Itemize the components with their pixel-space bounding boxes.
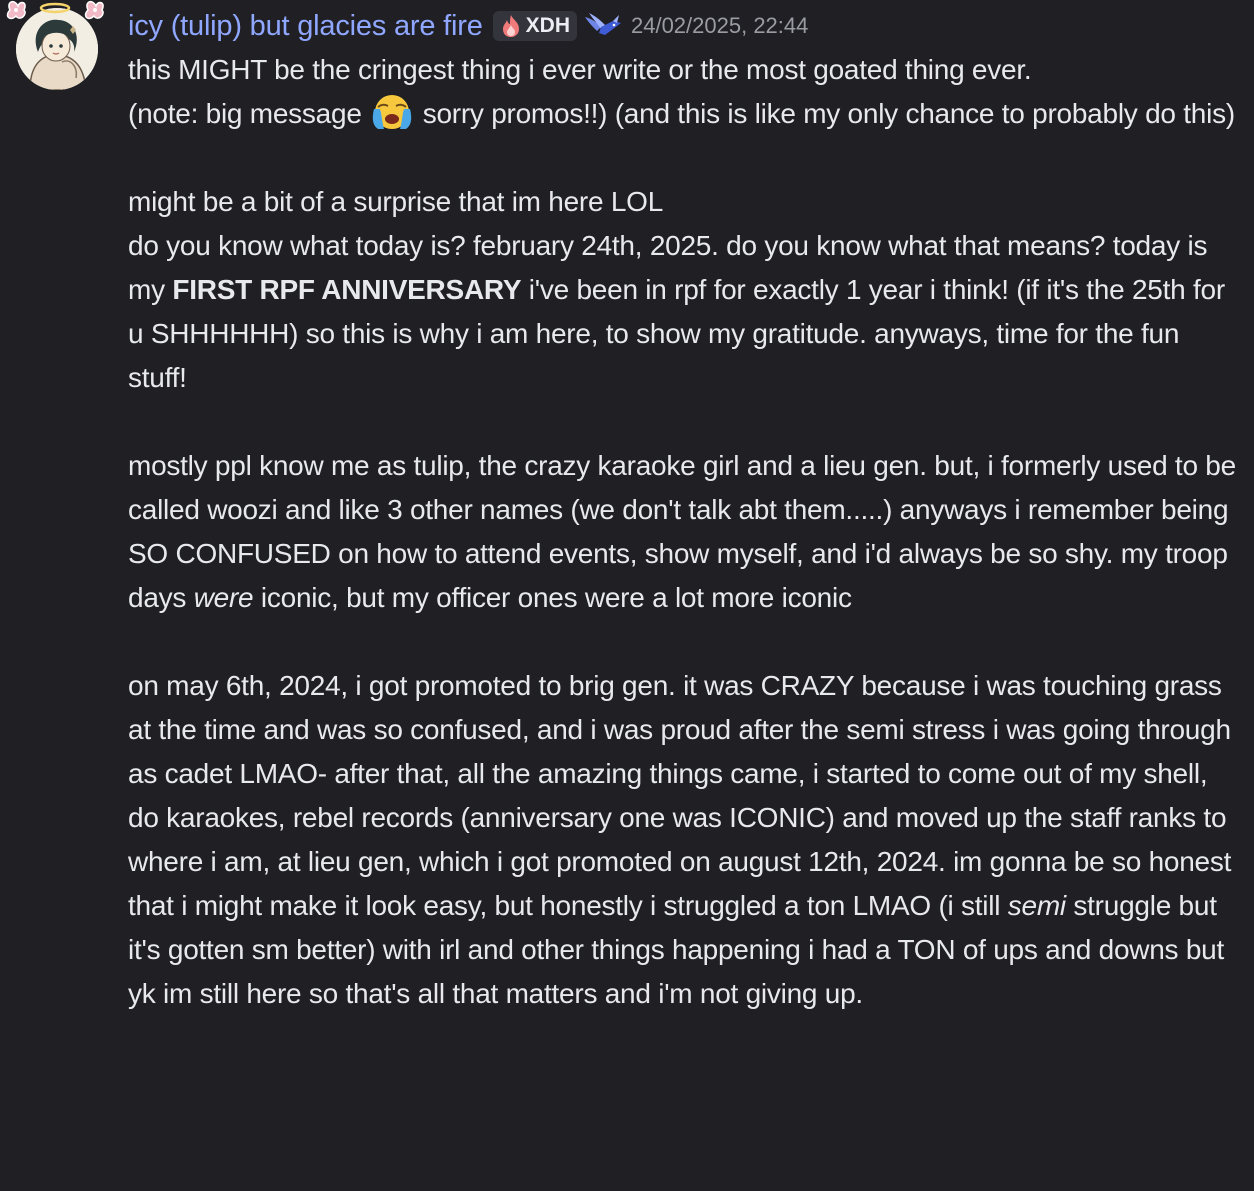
author-display-name[interactable]: icy (tulip) but glacies are fire [128, 10, 483, 43]
message-paragraph: might be a bit of a surprise that im her… [128, 180, 1236, 400]
fire-icon [502, 15, 519, 37]
message-text: on may 6th, 2024, i got promoted to brig… [128, 670, 1232, 921]
message-text: (note: big message [128, 98, 370, 129]
bold-text: FIRST RPF ANNIVERSARY [172, 274, 522, 305]
message-text: sorry promos!!) (and this is like my onl… [415, 98, 1235, 129]
winged-emblem-icon[interactable] [583, 11, 623, 41]
message-text: iconic, but my officer ones were a lot m… [253, 582, 852, 613]
halo-wings-decoration-icon [6, 0, 104, 20]
italic-text: were [193, 582, 254, 613]
message-paragraph: mostly ppl know me as tulip, the crazy k… [128, 444, 1236, 620]
server-tag[interactable]: XDH [492, 11, 577, 41]
message-paragraph: this MIGHT be the cringest thing i ever … [128, 48, 1236, 136]
message-timestamp[interactable]: 24/02/2025, 22:44 [631, 13, 808, 39]
server-tag-label: XDH [525, 14, 570, 37]
message-content: this MIGHT be the cringest thing i ever … [128, 48, 1236, 1016]
chat-message: icy (tulip) but glacies are fire XDH 24/… [0, 0, 1254, 1191]
italic-text: semi [1007, 890, 1066, 921]
message-text: might be a bit of a surprise that im her… [128, 186, 664, 217]
message-paragraph: on may 6th, 2024, i got promoted to brig… [128, 664, 1236, 1016]
message-text: this MIGHT be the cringest thing i ever … [128, 54, 1032, 85]
loudly-crying-face-icon[interactable] [370, 93, 414, 131]
message-header: icy (tulip) but glacies are fire XDH 24/… [128, 6, 808, 46]
